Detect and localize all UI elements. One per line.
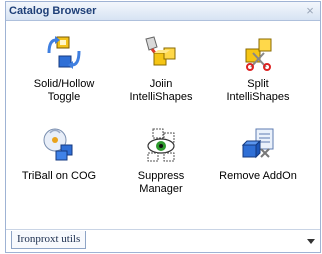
suppress-manager-icon [147, 128, 175, 162]
tab-ironproxt-utils[interactable]: Ironproxt utils [11, 231, 87, 249]
chevron-down-icon[interactable] [307, 239, 315, 244]
catalog-grid: Solid/Hollow Toggle Joiin IntelliShapes [6, 21, 320, 229]
triball-on-cog-icon [43, 128, 73, 161]
split-intellishapes-icon [245, 38, 272, 71]
item-label: Suppress Manager [137, 170, 185, 195]
remove-addon-icon [241, 128, 274, 159]
catalog-browser-panel: Catalog Browser × Solid/Hollow Toggle Jo… [5, 1, 321, 253]
item-label: Solid/Hollow Toggle [33, 78, 95, 103]
item-label: Split IntelliShapes [226, 78, 290, 103]
tab-bar: Ironproxt utils [6, 229, 320, 252]
item-label: Remove AddOn [219, 170, 297, 182]
join-intellishapes-icon [145, 36, 176, 66]
item-label: TriBall on COG [21, 170, 97, 182]
close-icon[interactable]: × [303, 4, 317, 18]
panel-title: Catalog Browser [9, 5, 97, 17]
item-label: Joiin IntelliShapes [129, 78, 193, 103]
title-bar: Catalog Browser × [6, 2, 320, 21]
solid-hollow-toggle-icon [47, 36, 81, 69]
